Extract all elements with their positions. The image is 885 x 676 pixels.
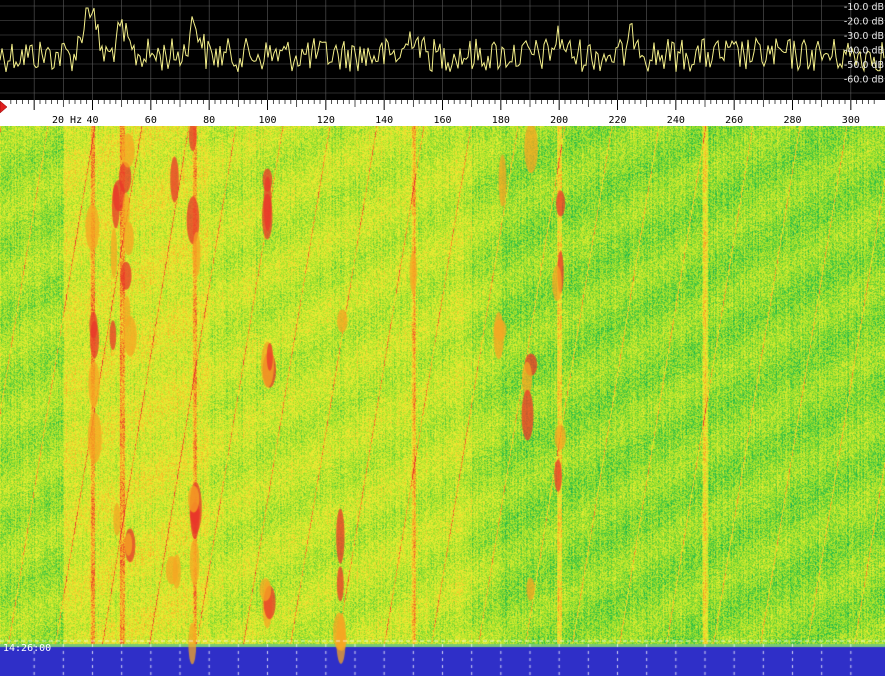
frequency-tick-label: 220 bbox=[608, 115, 626, 126]
db-scale: -10.0 dB -20.0 dB -30.0 dB -40.0 dB -50.0 dB… bbox=[844, 2, 884, 86]
spectrum-panel: -10.0 dB -20.0 dB -30.0 dB -40.0 dB -50.0 dB… bbox=[0, 0, 885, 100]
frequency-tick-label: 180 bbox=[492, 115, 510, 126]
db-label: -20.0 dB bbox=[844, 17, 884, 28]
frequency-ticks bbox=[10, 100, 875, 110]
waterfall-display[interactable] bbox=[0, 126, 885, 676]
spectrum-grid bbox=[0, 0, 885, 100]
frequency-unit-label: 20 Hz bbox=[52, 115, 82, 126]
db-label: -40.0 dB bbox=[844, 46, 884, 57]
frequency-tick-label: 80 bbox=[203, 115, 215, 126]
frequency-tick-label: 40 bbox=[86, 115, 98, 126]
frequency-tick-label: 240 bbox=[667, 115, 685, 126]
waterfall-timestamp: 14:26:00 bbox=[3, 643, 52, 654]
frequency-tick-label: 160 bbox=[433, 115, 451, 126]
spectrum-trace bbox=[0, 7, 885, 73]
tuning-marker-icon[interactable] bbox=[0, 100, 8, 114]
frequency-tick-label: 100 bbox=[258, 115, 276, 126]
frequency-scale[interactable]: 20 Hz 40 60 80 100 120 140 160 180 200 220 240 260 2… bbox=[0, 100, 885, 126]
frequency-tick-label: 120 bbox=[317, 115, 335, 126]
frequency-tick-label: 200 bbox=[550, 115, 568, 126]
db-label: -10.0 dB bbox=[844, 2, 884, 13]
frequency-tick-label: 260 bbox=[725, 115, 743, 126]
frequency-tick-labels: 40 60 80 100 120 140 160 180 200 220 240 260 280 300 bbox=[86, 115, 859, 126]
db-label: -50.0 dB bbox=[844, 60, 884, 71]
db-label: -30.0 dB bbox=[844, 31, 884, 42]
frequency-tick-label: 300 bbox=[842, 115, 860, 126]
frequency-tick-label: 280 bbox=[783, 115, 801, 126]
db-label: -60.0 dB bbox=[844, 75, 884, 86]
frequency-tick-label: 60 bbox=[145, 115, 157, 126]
frequency-tick-label: 140 bbox=[375, 115, 393, 126]
